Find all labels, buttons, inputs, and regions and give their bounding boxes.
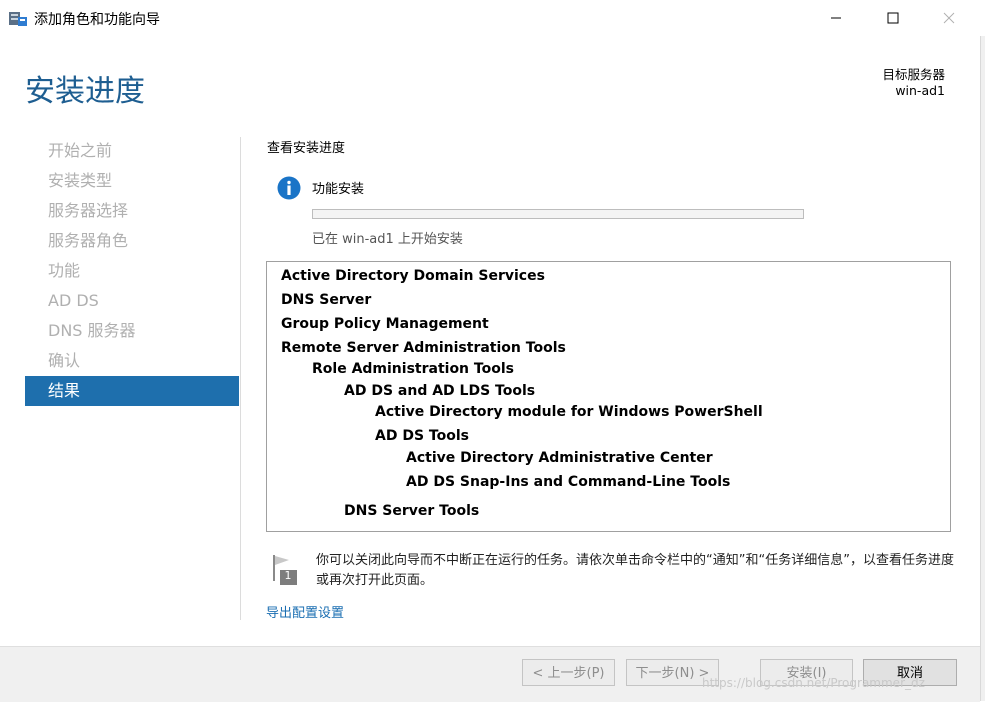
window-title: 添加角色和功能向导 [34, 12, 160, 28]
notification-badge: 1 [284, 569, 292, 582]
feature-item: AD DS and AD LDS Tools [344, 383, 536, 399]
sidebar-item-ad-ds[interactable]: AD DS [25, 286, 239, 316]
progress-status: 已在 win-ad1 上开始安装 [312, 232, 463, 247]
sidebar-divider [240, 137, 241, 620]
sidebar-item-server-roles[interactable]: 服务器角色 [25, 226, 239, 256]
feature-item: DNS Server [281, 292, 372, 308]
target-server-label: 目标服务器 [882, 67, 945, 82]
feature-item: Group Policy Management [281, 316, 489, 332]
sidebar-item-dns-server[interactable]: DNS 服务器 [25, 316, 239, 346]
feature-item: DNS Server Tools [344, 503, 480, 519]
export-configuration-link[interactable]: 导出配置设置 [266, 602, 344, 621]
feature-item: Active Directory module for Windows Powe… [375, 404, 763, 420]
previous-button[interactable]: < 上一步(P) [522, 659, 615, 686]
installation-results-list: Active Directory Domain Services DNS Ser… [266, 261, 951, 532]
maximize-button[interactable] [870, 0, 916, 36]
feature-item: Remote Server Administration Tools [281, 340, 566, 356]
close-wizard-note: 你可以关闭此向导而不中断正在运行的任务。请依次单击命令栏中的“通知”和“任务详细… [316, 553, 954, 588]
feature-item: AD DS Tools [375, 428, 469, 444]
minimize-icon [831, 17, 841, 19]
sidebar-item-server-selection[interactable]: 服务器选择 [25, 196, 239, 226]
sidebar-item-confirmation[interactable]: 确认 [25, 346, 239, 376]
watermark-text: https://blog.csdn.net/Programmer_dz [702, 676, 925, 690]
feature-item: AD DS Snap-Ins and Command-Line Tools [406, 474, 731, 490]
sidebar-item-results[interactable]: 结果 [25, 376, 239, 406]
maximize-icon [887, 12, 899, 24]
sidebar-item-installation-type[interactable]: 安装类型 [25, 166, 239, 196]
window-edge [980, 36, 985, 701]
server-manager-icon [9, 12, 27, 26]
minimize-button[interactable] [813, 0, 859, 36]
feature-item: Role Administration Tools [312, 361, 514, 377]
section-heading: 查看安装进度 [267, 141, 346, 156]
sidebar-item-before-you-begin[interactable]: 开始之前 [25, 136, 239, 166]
info-icon [277, 176, 301, 200]
target-server: 目标服务器 win-ad1 [882, 67, 945, 99]
page-title: 安装进度 [25, 74, 145, 109]
feature-item: Active Directory Domain Services [281, 268, 545, 284]
close-button[interactable] [926, 0, 972, 36]
installation-progress-bar [312, 209, 804, 219]
sidebar-item-features[interactable]: 功能 [25, 256, 239, 286]
feature-installation-label: 功能安装 [312, 182, 365, 197]
target-server-name: win-ad1 [895, 83, 945, 98]
feature-item: Active Directory Administrative Center [406, 450, 713, 466]
close-icon [943, 12, 955, 24]
